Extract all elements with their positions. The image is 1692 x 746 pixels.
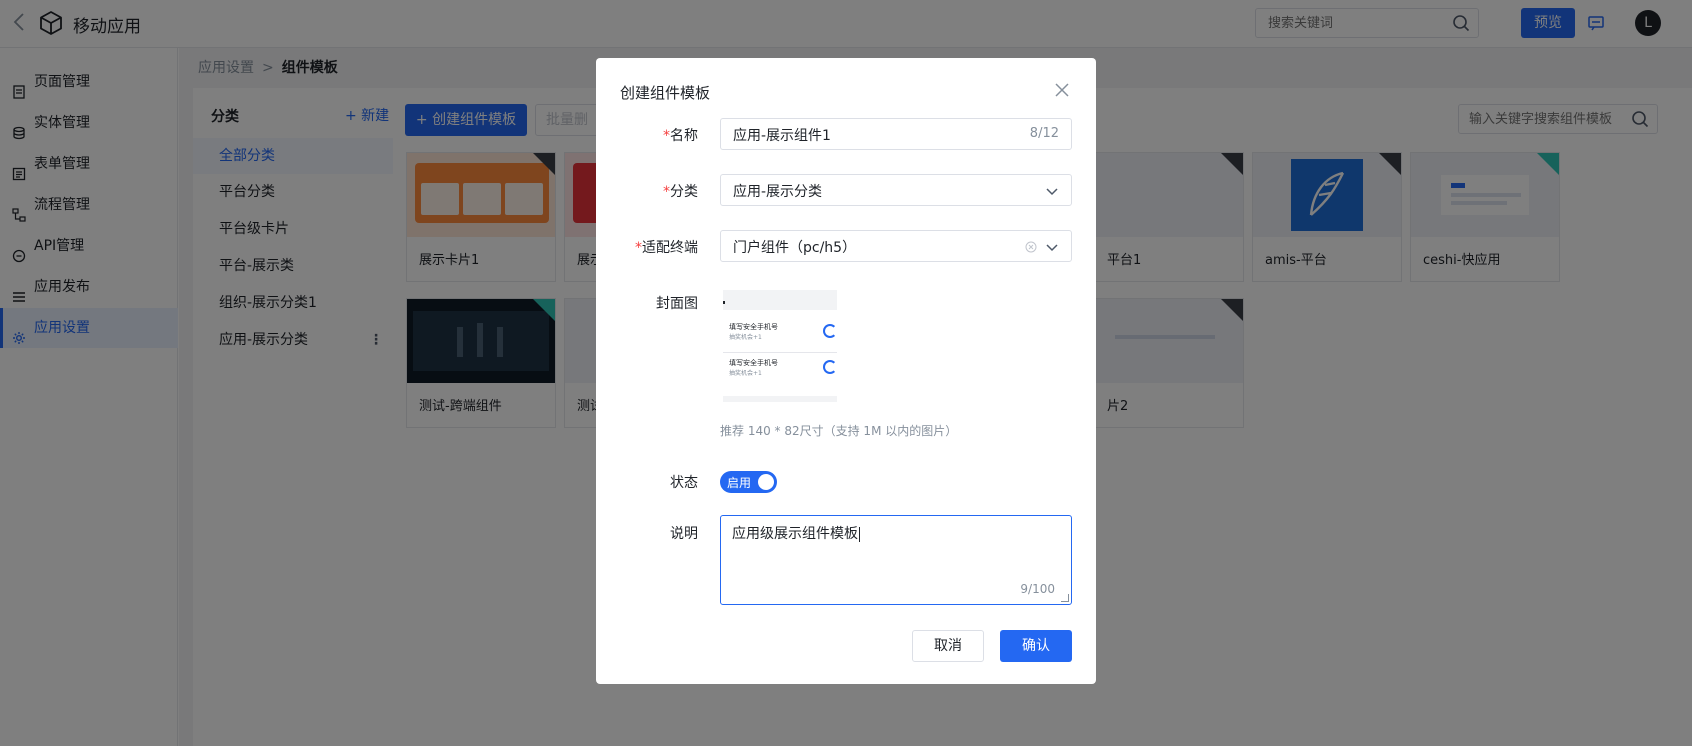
- description-value: 应用级展示组件模板: [732, 523, 860, 543]
- terminal-value: 门户组件（pc/h5）: [733, 240, 857, 256]
- name-field[interactable]: 应用-展示组件1 8/12: [720, 118, 1072, 150]
- status-toggle[interactable]: 启用: [720, 471, 777, 493]
- cancel-button[interactable]: 取消: [912, 630, 984, 662]
- category-select[interactable]: 应用-展示分类: [720, 174, 1072, 206]
- description-char-count: 9/100: [1020, 582, 1055, 596]
- confirm-button[interactable]: 确认: [1000, 630, 1072, 662]
- create-template-dialog: 创建组件模板 *名称 应用-展示组件1 8/12 *分类 应用-展示分类 *适配…: [596, 58, 1096, 684]
- chevron-down-icon[interactable]: [1045, 184, 1059, 198]
- status-toggle-label: 启用: [727, 476, 752, 490]
- name-label: *名称: [663, 128, 698, 144]
- description-textarea[interactable]: 应用级展示组件模板 9/100: [720, 515, 1072, 605]
- cover-row: 填写安全手机号 抽奖机会+1: [723, 318, 837, 352]
- cover-hint: 推荐 140 * 82尺寸（支持 1M 以内的图片）: [720, 424, 958, 438]
- status-label: 状态: [670, 475, 698, 491]
- terminal-label: *适配终端: [635, 240, 698, 256]
- name-char-count: 8/12: [1029, 126, 1059, 141]
- clear-icon[interactable]: [1025, 241, 1037, 253]
- terminal-select[interactable]: 门户组件（pc/h5）: [720, 230, 1072, 262]
- close-icon[interactable]: [1054, 82, 1070, 98]
- cover-image[interactable]: 填写安全手机号 抽奖机会+1 填写安全手机号 抽奖机会+1: [723, 290, 837, 402]
- toggle-knob: [758, 474, 774, 490]
- cover-row: 填写安全手机号 抽奖机会+1: [723, 354, 837, 388]
- resize-handle[interactable]: [1061, 594, 1069, 602]
- description-label: 说明: [670, 526, 698, 542]
- category-value: 应用-展示分类: [733, 184, 823, 200]
- dialog-title: 创建组件模板: [620, 84, 711, 102]
- cover-label: 封面图: [656, 296, 698, 312]
- category-label: *分类: [663, 184, 698, 200]
- chevron-down-icon[interactable]: [1045, 240, 1059, 254]
- name-value: 应用-展示组件1: [733, 128, 831, 144]
